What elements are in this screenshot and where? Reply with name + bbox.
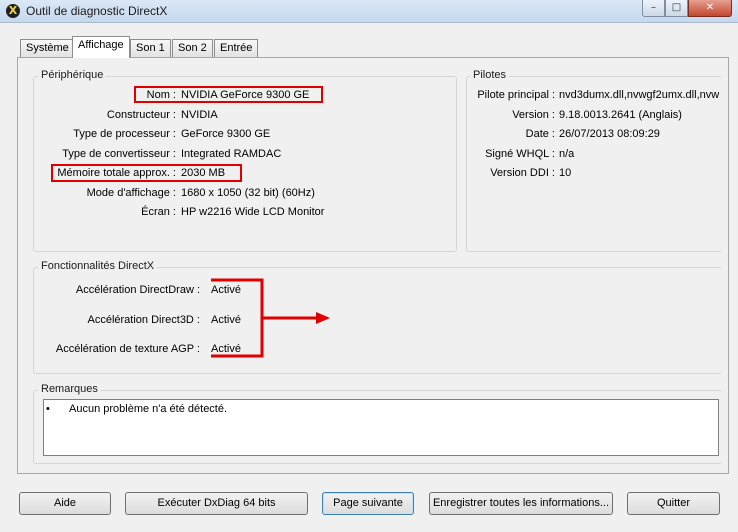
value-type-convertisseur: Integrated RAMDAC xyxy=(181,148,282,160)
remarques-text-box[interactable]: • Aucun problème n'a été détecté. xyxy=(43,399,719,456)
value-version: 9.18.0013.2641 (Anglais) xyxy=(559,109,682,121)
minimize-button[interactable]: – xyxy=(642,0,665,17)
label-mode-affichage: Mode d'affichage : xyxy=(86,187,176,199)
fonctionnalites-legend: Fonctionnalités DirectX xyxy=(38,260,158,272)
aide-button[interactable]: Aide xyxy=(19,492,111,515)
peripherique-legend: Périphérique xyxy=(38,69,107,81)
enregistrer-informations-button[interactable]: Enregistrer toutes les informations... xyxy=(429,492,613,515)
value-mode-affichage: 1680 x 1050 (32 bit) (60Hz) xyxy=(181,187,315,199)
value-constructeur: NVIDIA xyxy=(181,109,218,121)
value-ecran: HP w2216 Wide LCD Monitor xyxy=(181,206,325,218)
label-acceleration-texture-agp: Accélération de texture AGP : xyxy=(55,343,200,355)
label-acceleration-direct3d: Accélération Direct3D : xyxy=(87,314,201,326)
close-button[interactable]: ✕ xyxy=(688,0,732,17)
label-version-ddi: Version DDI : xyxy=(490,167,555,179)
remark-item: Aucun problème n'a été détecté. xyxy=(69,403,228,415)
value-acceleration-direct3d: Activé xyxy=(211,314,241,326)
tab-systeme[interactable]: Système xyxy=(20,39,75,57)
value-acceleration-texture-agp: Activé xyxy=(211,343,241,355)
tab-son-2[interactable]: Son 2 xyxy=(172,39,213,57)
label-signe-whql: Signé WHQL : xyxy=(485,148,555,160)
label-date: Date : xyxy=(525,128,555,140)
pilotes-group xyxy=(466,76,722,252)
tab-son-1[interactable]: Son 1 xyxy=(130,39,171,57)
value-version-ddi: 10 xyxy=(559,167,572,179)
label-constructeur: Constructeur : xyxy=(106,109,176,121)
annotation-box-memoire xyxy=(51,164,242,182)
value-pilote-principal: nvd3dumx.dll,nvwgf2umx.dll,nvwgf2umx.dll… xyxy=(559,89,719,101)
value-acceleration-directdraw: Activé xyxy=(211,284,241,296)
label-acceleration-directdraw: Accélération DirectDraw : xyxy=(75,284,200,296)
directx-app-icon: X xyxy=(6,4,20,18)
label-pilote-principal: Pilote principal : xyxy=(477,89,555,101)
executer-dxdiag-64-button[interactable]: Exécuter DxDiag 64 bits xyxy=(125,492,308,515)
pilotes-legend: Pilotes xyxy=(470,69,510,81)
label-type-convertisseur: Type de convertisseur : xyxy=(62,148,176,160)
maximize-button[interactable]: □ xyxy=(665,0,688,17)
value-date: 26/07/2013 08:09:29 xyxy=(559,128,660,140)
window-title: Outil de diagnostic DirectX xyxy=(26,4,168,18)
page-suivante-button[interactable]: Page suivante xyxy=(322,492,414,515)
remark-bullet: • xyxy=(46,403,50,415)
annotation-box-nom xyxy=(134,86,323,103)
quitter-button[interactable]: Quitter xyxy=(627,492,720,515)
tab-entree[interactable]: Entrée xyxy=(214,39,259,57)
remarques-legend: Remarques xyxy=(38,383,101,395)
value-signe-whql: n/a xyxy=(559,148,575,160)
dxdiag-window: X Outil de diagnostic DirectX – □ ✕ Syst… xyxy=(0,0,738,532)
title-bar: X Outil de diagnostic DirectX – □ ✕ xyxy=(0,0,738,23)
tab-affichage[interactable]: Affichage xyxy=(72,36,130,58)
value-type-processeur: GeForce 9300 GE xyxy=(181,128,271,140)
label-version: Version : xyxy=(512,109,555,121)
label-type-processeur: Type de processeur : xyxy=(73,128,176,140)
label-ecran: Écran : xyxy=(141,206,176,218)
